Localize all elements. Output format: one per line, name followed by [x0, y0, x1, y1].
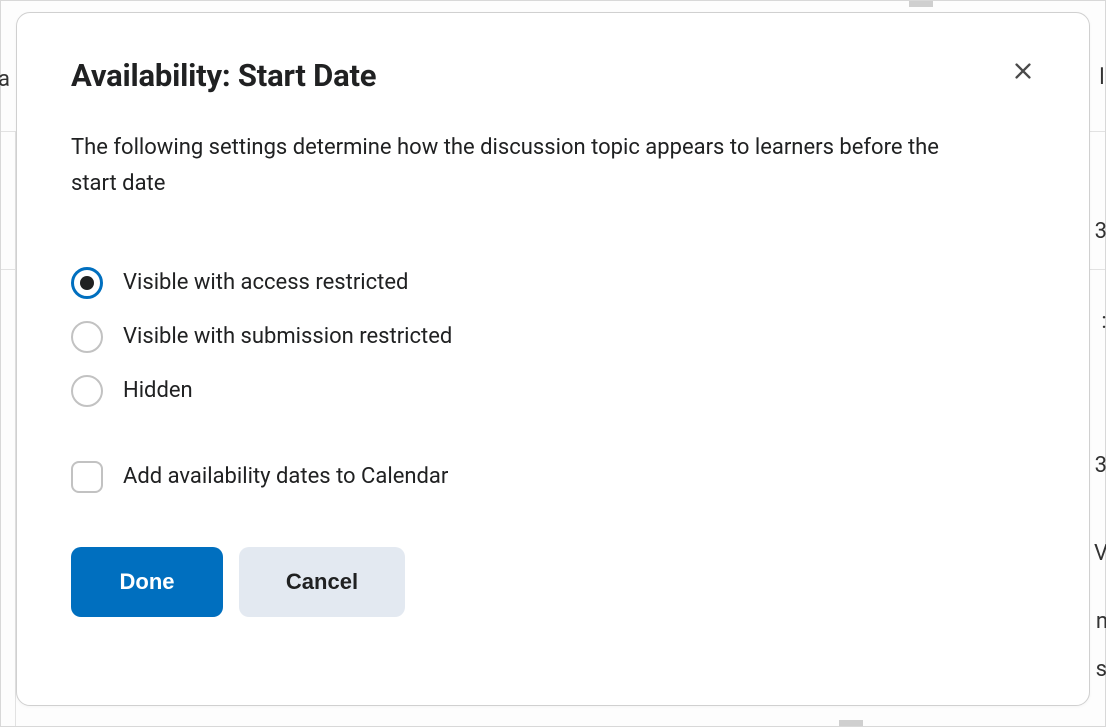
radio-indicator: [71, 375, 103, 407]
radio-label: Visible with access restricted: [123, 270, 408, 295]
availability-dialog: Availability: Start Date The following s…: [16, 12, 1090, 706]
background-text: V: [1094, 541, 1106, 566]
dialog-title: Availability: Start Date: [71, 57, 376, 94]
close-icon: [1012, 60, 1034, 82]
radio-indicator: [71, 321, 103, 353]
radio-label: Visible with submission restricted: [123, 324, 452, 349]
dialog-header: Availability: Start Date: [71, 57, 1035, 94]
checkbox-indicator: [71, 461, 103, 493]
radio-option-visible-access-restricted[interactable]: Visible with access restricted: [71, 267, 1035, 299]
background-text: s: [1096, 657, 1106, 682]
radio-label: Hidden: [123, 378, 193, 403]
background-text: a: [0, 67, 10, 92]
done-button[interactable]: Done: [71, 547, 223, 617]
background-text: 3: [1095, 453, 1106, 478]
radio-indicator: [71, 267, 103, 299]
background-mark: [839, 720, 863, 726]
background-text: n: [1096, 609, 1106, 634]
close-button[interactable]: [1005, 53, 1041, 89]
background-text: 3: [1095, 219, 1106, 244]
dialog-description: The following settings determine how the…: [71, 130, 971, 203]
background-text: ::: [1101, 309, 1106, 334]
checkbox-label: Add availability dates to Calendar: [123, 464, 448, 489]
radio-dot-icon: [80, 276, 94, 290]
cancel-button[interactable]: Cancel: [239, 547, 405, 617]
dialog-footer: Done Cancel: [71, 547, 1035, 617]
visibility-radio-group: Visible with access restricted Visible w…: [71, 267, 1035, 407]
radio-option-hidden[interactable]: Hidden: [71, 375, 1035, 407]
background-mark: [909, 1, 933, 7]
add-to-calendar-checkbox[interactable]: Add availability dates to Calendar: [71, 461, 1035, 493]
radio-option-visible-submission-restricted[interactable]: Visible with submission restricted: [71, 321, 1035, 353]
background-text: li: [1099, 65, 1106, 90]
